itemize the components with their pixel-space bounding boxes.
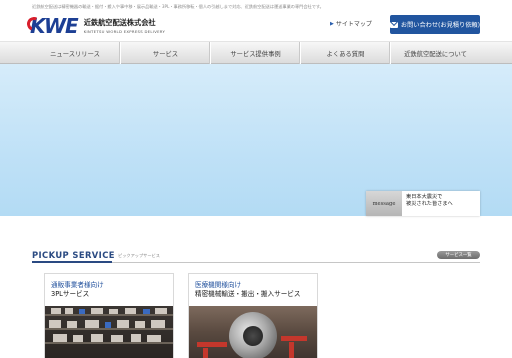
nav-item-about[interactable]: 近鉄航空配送について xyxy=(390,42,480,64)
pickup-card-medical[interactable]: 医療機関様向け 精密機械輸送・搬出・搬入サービス xyxy=(188,273,318,358)
warehouse-shelves-image xyxy=(45,306,173,358)
nav-item-faq[interactable]: よくある質問 xyxy=(300,42,390,64)
nav-item-news[interactable]: ニュースリリース xyxy=(30,42,120,64)
service-list-button[interactable]: サービス一覧 xyxy=(437,251,480,259)
mail-icon xyxy=(390,21,398,28)
pickup-section-subtitle: ピックアップサービス xyxy=(118,253,160,258)
nav-item-services[interactable]: サービス xyxy=(120,42,210,64)
card-title: 医療機関様向け 精密機械輸送・搬出・搬入サービス xyxy=(195,281,301,298)
nav-item-case-studies[interactable]: サービス提供事例 xyxy=(210,42,300,64)
message-banner[interactable]: message 東日本大震災で 被災された皆さまへ xyxy=(366,191,480,216)
section-divider-accent xyxy=(32,261,112,263)
company-name-en: KINTETSU WORLD EXPRESS DELIVERY xyxy=(83,29,166,34)
site-tagline: 近鉄航空配送は精密機器の輸送・据付・搬入や事中移・展示品輸送・3PL・事務所移転… xyxy=(32,4,324,9)
medical-equipment-image xyxy=(189,306,317,358)
global-nav: ニュースリリース サービス サービス提供事例 よくある質問 近鉄航空配送について xyxy=(0,41,512,64)
kwe-logo-mark: KWE xyxy=(25,14,79,38)
pickup-section-title: PICKUP SERVICE xyxy=(32,250,115,260)
message-tag: message xyxy=(366,191,402,216)
pickup-card-3pl[interactable]: 通販事業者様向け 3PLサービス xyxy=(44,273,174,358)
contact-button[interactable]: お問い合わせ(お見積り依頼) xyxy=(390,15,480,34)
card-title: 通販事業者様向け 3PLサービス xyxy=(51,281,104,298)
company-name: 近鉄航空配送株式会社 xyxy=(83,18,156,27)
sitemap-link[interactable]: ▶ サイトマップ xyxy=(330,19,372,29)
company-logo[interactable]: KWE 近鉄航空配送株式会社 KINTETSU WORLD EXPRESS DE… xyxy=(25,14,166,38)
message-text: 東日本大震災で 被災された皆さまへ xyxy=(406,194,453,207)
arrow-right-icon: ▶ xyxy=(330,20,334,27)
